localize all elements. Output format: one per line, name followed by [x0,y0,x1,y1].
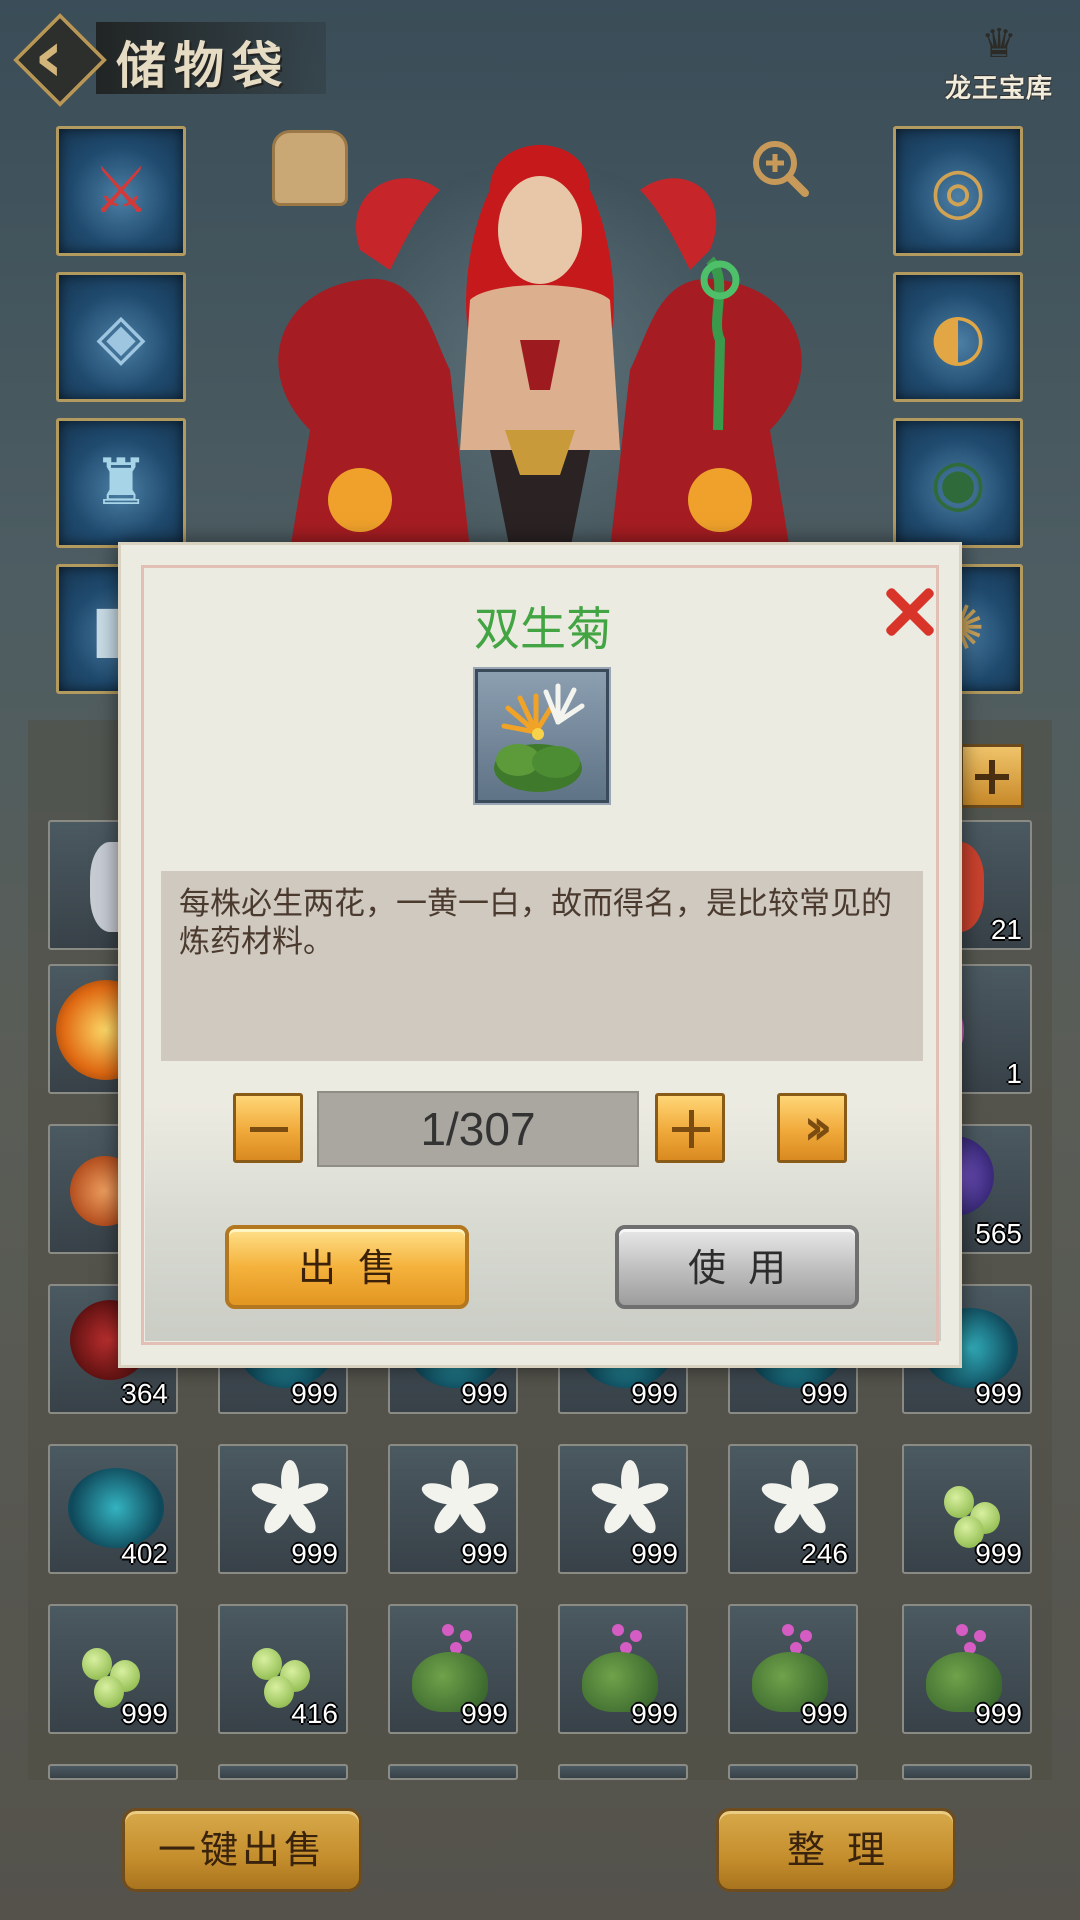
bag-item[interactable]: 246 [728,1444,858,1574]
chevron-left-icon[interactable]: ‹ [34,20,94,92]
equip-slot-bracelet[interactable]: ◉ [893,418,1023,548]
logo-text: 龙王宝库 [944,74,1053,104]
costume-icon[interactable] [272,130,348,206]
item-count: 1 [1006,1058,1022,1089]
header: ‹ 储物袋 ♛ 龙王宝库 [0,0,1080,110]
helmet-icon: ◈ [96,300,146,374]
bag-item[interactable]: 416 [218,1604,348,1734]
bag-item[interactable]: 999 [218,1444,348,1574]
item-detail-dialog: 双生菊 每株必生两花，一黄一白，故而得名，是比较常见的炼药材料。 1/307 ›… [118,542,962,1368]
item-count: 999 [631,1378,678,1409]
sword-icon: ⚔ [92,154,150,228]
page-title: 储物袋 [116,36,290,95]
bracelet-icon: ◉ [930,446,986,520]
logo[interactable]: ♛ 龙王宝库 [934,20,1064,110]
decrease-quantity-button[interactable] [233,1093,303,1163]
item-count: 999 [975,1538,1022,1569]
white-flower-icon [419,1460,501,1540]
bag-item[interactable]: 999 [388,1444,518,1574]
item-name: 双生菊 [474,602,612,656]
increase-quantity-button[interactable] [655,1093,725,1163]
equip-slot-armor[interactable]: ♜ [56,418,186,548]
expand-bag-button[interactable] [960,744,1024,808]
item-count: 364 [121,1378,168,1409]
item-count: 565 [975,1218,1022,1249]
item-count: 999 [975,1378,1022,1409]
close-icon[interactable] [881,583,937,639]
item-count: 402 [121,1538,168,1569]
bag-item[interactable] [728,1764,858,1780]
item-description: 每株必生两花，一黄一白，故而得名，是比较常见的炼药材料。 [161,871,923,1061]
zoom-in-icon[interactable] [750,138,810,198]
bag-item[interactable]: 999 [48,1604,178,1734]
white-flower-icon [759,1460,841,1540]
item-count: 999 [801,1378,848,1409]
bag-item[interactable] [388,1764,518,1780]
bag-item[interactable] [558,1764,688,1780]
teal-flower-icon [68,1468,164,1548]
item-count: 999 [631,1538,678,1569]
item-count: 999 [801,1698,848,1729]
sort-button[interactable]: 整理 [716,1808,956,1892]
max-quantity-button[interactable]: ›› [777,1093,847,1163]
equip-slot-weapon[interactable]: ⚔ [56,126,186,256]
item-count: 999 [291,1378,338,1409]
bag-item[interactable]: 402 [48,1444,178,1574]
sell-all-button[interactable]: 一键出售 [122,1808,362,1892]
chrysanthemum-icon [494,683,585,792]
white-flower-icon [589,1460,671,1540]
bag-item[interactable]: 999 [902,1604,1032,1734]
bag-item[interactable]: 999 [728,1604,858,1734]
item-count: 416 [291,1698,338,1729]
use-button[interactable]: 使用 [615,1225,859,1309]
bag-item[interactable]: 999 [558,1444,688,1574]
quantity-display: 1/307 [317,1091,639,1167]
ring-icon: ◎ [930,154,986,228]
item-count: 999 [461,1698,508,1729]
white-flower-icon [249,1460,331,1540]
armor-icon: ♜ [92,446,150,520]
item-count: 999 [975,1698,1022,1729]
item-icon-twin-chrysanthemum [473,667,611,805]
item-count: 999 [631,1698,678,1729]
bag-item[interactable] [902,1764,1032,1780]
equip-slot-ring[interactable]: ◎ [893,126,1023,256]
item-count: 999 [461,1378,508,1409]
item-count: 21 [990,914,1022,945]
item-count: 999 [291,1538,338,1569]
sell-button[interactable]: 出售 [225,1225,469,1309]
item-count: 999 [121,1698,168,1729]
bag-item[interactable]: 999 [558,1604,688,1734]
item-count: 999 [461,1538,508,1569]
bag-item[interactable] [48,1764,178,1780]
amulet-icon: ◐ [930,300,986,374]
equip-slot-helmet[interactable]: ◈ [56,272,186,402]
bag-item[interactable] [218,1764,348,1780]
bag-item[interactable]: 999 [388,1604,518,1734]
equip-slot-amulet[interactable]: ◐ [893,272,1023,402]
bag-item[interactable]: 999 [902,1444,1032,1574]
item-count: 246 [801,1538,848,1569]
double-chevron-right-icon: ›› [803,1098,832,1156]
dragon-icon: ♛ [981,21,1017,67]
